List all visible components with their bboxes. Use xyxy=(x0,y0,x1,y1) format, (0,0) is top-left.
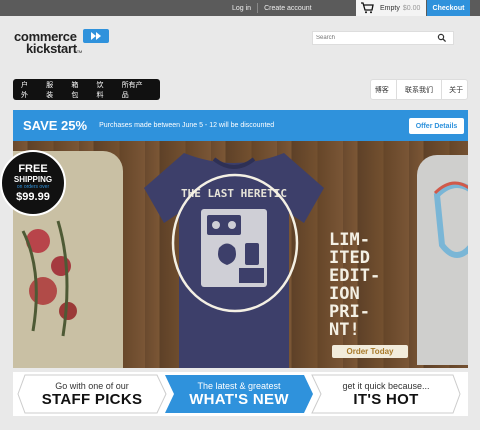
cart-summary[interactable]: Empty $0.00 xyxy=(356,0,426,16)
limited-line: PRI- xyxy=(329,302,370,322)
nav-item-about[interactable]: 关于 xyxy=(449,85,463,95)
free-shipping-badge: FREE SHIPPING on orders over $99.99 xyxy=(0,150,66,216)
tab-staff-picks[interactable]: Go with one of our STAFF PICKS xyxy=(17,374,167,414)
main-category-nav: 户外 服装 箱包 饮料 所有产品 xyxy=(13,79,160,100)
nav-item-drinks[interactable]: 饮料 xyxy=(97,80,110,100)
limited-line: LIM- xyxy=(329,230,370,250)
tab-whats-new[interactable]: The latest & greatest WHAT'S NEW xyxy=(164,374,314,414)
badge-line-amount: $99.99 xyxy=(16,190,50,203)
tab-subtitle: Go with one of our xyxy=(55,380,129,391)
limited-edition-print-text: LIM- ITED EDIT- ION PRI- NT! xyxy=(329,231,409,339)
limited-line: EDIT- xyxy=(329,266,381,286)
checkout-button[interactable]: Checkout xyxy=(427,0,470,16)
logo-trademark: TM xyxy=(76,49,82,54)
top-utility-bar: Log in Create account Empty $0.00 Checko… xyxy=(0,0,480,16)
promo-description: Purchases made between June 5 - 12 will … xyxy=(99,122,275,129)
site-logo[interactable]: commerce kickstartTM xyxy=(14,29,109,56)
divider xyxy=(440,79,442,100)
limited-line: ITED xyxy=(329,248,370,268)
shopping-cart-icon xyxy=(361,2,374,14)
nav-item-outdoor[interactable]: 户外 xyxy=(21,80,34,100)
limited-line: ION xyxy=(329,284,360,304)
hero-banner[interactable]: THE LAST HERETIC LIM- ITED EDIT- ION PRI… xyxy=(13,141,468,368)
tab-title: IT'S HOT xyxy=(353,390,419,408)
search-box xyxy=(312,31,454,45)
order-today-button[interactable]: Order Today xyxy=(332,345,408,358)
nav-item-all-products[interactable]: 所有产品 xyxy=(122,80,148,100)
logo-text-kickstart: kickstartTM xyxy=(26,41,82,56)
cart-status: Empty xyxy=(380,4,400,12)
login-link[interactable]: Log in xyxy=(226,5,257,12)
floral-print-graphic xyxy=(21,220,77,337)
tab-subtitle: The latest & greatest xyxy=(197,380,281,391)
badge-line-shipping: SHIPPING xyxy=(13,174,53,184)
promo-title: SAVE 25% xyxy=(23,118,88,133)
account-links: Log in Create account xyxy=(226,0,318,16)
tshirt-print-graphic xyxy=(433,181,468,258)
divider xyxy=(396,79,398,100)
search-input[interactable] xyxy=(313,35,437,41)
nav-item-bags[interactable]: 箱包 xyxy=(71,80,84,100)
fast-forward-icon xyxy=(83,29,109,43)
nav-item-blog[interactable]: 博客 xyxy=(375,85,389,95)
nav-item-contact[interactable]: 联系我们 xyxy=(405,85,433,95)
limited-line: NT! xyxy=(329,320,360,340)
badge-line-condition: on orders over xyxy=(16,183,50,190)
tshirt-graphic: THE LAST HERETIC xyxy=(144,153,324,368)
create-account-link[interactable]: Create account xyxy=(258,5,317,12)
tshirt-image-featured: THE LAST HERETIC xyxy=(139,143,329,368)
logo-kickstart-word: kickstart xyxy=(26,41,77,56)
badge-line-free: FREE xyxy=(18,162,48,175)
offer-details-button[interactable]: Offer Details xyxy=(409,118,464,134)
tab-its-hot[interactable]: get it quick because... IT'S HOT xyxy=(311,374,461,414)
tab-subtitle: get it quick because... xyxy=(342,380,430,391)
tshirt-image-right xyxy=(417,155,468,365)
search-icon[interactable] xyxy=(437,33,447,43)
secondary-nav: 博客 联系我们 关于 xyxy=(370,79,468,100)
tab-title: WHAT'S NEW xyxy=(189,390,289,408)
cart-total: $0.00 xyxy=(402,4,421,12)
nav-item-apparel[interactable]: 服装 xyxy=(46,80,59,100)
tab-title: STAFF PICKS xyxy=(41,390,143,408)
promo-banner: SAVE 25% Purchases made between June 5 -… xyxy=(13,110,468,141)
featured-tabs: Go with one of our STAFF PICKS The lates… xyxy=(13,372,468,416)
